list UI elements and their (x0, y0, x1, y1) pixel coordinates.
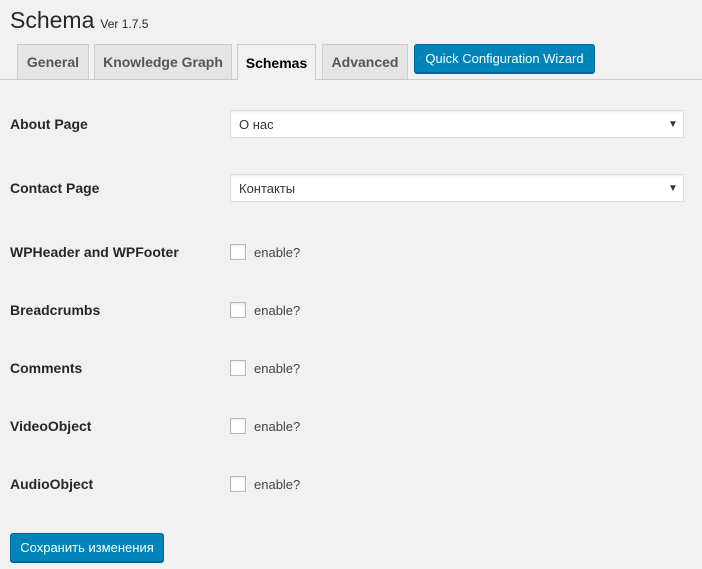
checkbox-label[interactable]: enable? (254, 303, 300, 318)
quick-configuration-wizard-button[interactable]: Quick Configuration Wizard (414, 44, 595, 73)
wpheader-wpfooter-label: WPHeader and WPFooter (10, 244, 179, 260)
save-changes-button[interactable]: Сохранить изменения (10, 533, 164, 562)
comments-toggle: enable? (230, 360, 300, 376)
tab-label: General (26, 54, 80, 70)
about-page-label: About Page (10, 116, 88, 132)
breadcrumbs-label: Breadcrumbs (10, 302, 101, 318)
page-title: Schema (10, 7, 95, 33)
checkbox-label[interactable]: enable? (254, 419, 300, 434)
videoobject-checkbox[interactable] (230, 418, 246, 434)
wpheader-wpfooter-checkbox[interactable] (230, 244, 246, 260)
tab-divider (0, 79, 702, 80)
tab-label: Schemas (245, 54, 308, 71)
checkbox-label[interactable]: enable? (254, 361, 300, 376)
breadcrumbs-toggle: enable? (230, 302, 300, 318)
videoobject-label: VideoObject (10, 418, 92, 434)
audioobject-label: AudioObject (10, 476, 94, 492)
contact-page-select[interactable]: Контакты ▼ (230, 174, 684, 202)
settings-page: Schema Ver 1.7.5 General Knowledge Graph… (0, 0, 702, 569)
tab-label: Advanced (331, 54, 399, 70)
contact-page-selected-value: Контакты (239, 180, 296, 196)
comments-label: Comments (10, 360, 83, 376)
comments-checkbox[interactable] (230, 360, 246, 376)
tab-advanced[interactable]: Advanced (322, 44, 408, 79)
tab-knowledge-graph[interactable]: Knowledge Graph (94, 44, 232, 79)
checkbox-label[interactable]: enable? (254, 477, 300, 492)
about-page-select[interactable]: О нас ▼ (230, 110, 684, 138)
videoobject-toggle: enable? (230, 418, 300, 434)
audioobject-checkbox[interactable] (230, 476, 246, 492)
contact-page-label: Contact Page (10, 180, 100, 196)
page-header: Schema Ver 1.7.5 (10, 7, 148, 34)
breadcrumbs-checkbox[interactable] (230, 302, 246, 318)
wpheader-wpfooter-toggle: enable? (230, 244, 300, 260)
about-page-selected-value: О нас (239, 116, 274, 132)
dropdown-arrow-icon: ▼ (668, 118, 678, 130)
checkbox-label[interactable]: enable? (254, 245, 300, 260)
tab-schemas[interactable]: Schemas (237, 44, 316, 80)
version-label: Ver 1.7.5 (100, 17, 149, 31)
audioobject-toggle: enable? (230, 476, 300, 492)
dropdown-arrow-icon: ▼ (668, 182, 678, 194)
tab-label: Knowledge Graph (103, 54, 223, 70)
tab-general[interactable]: General (17, 44, 89, 79)
